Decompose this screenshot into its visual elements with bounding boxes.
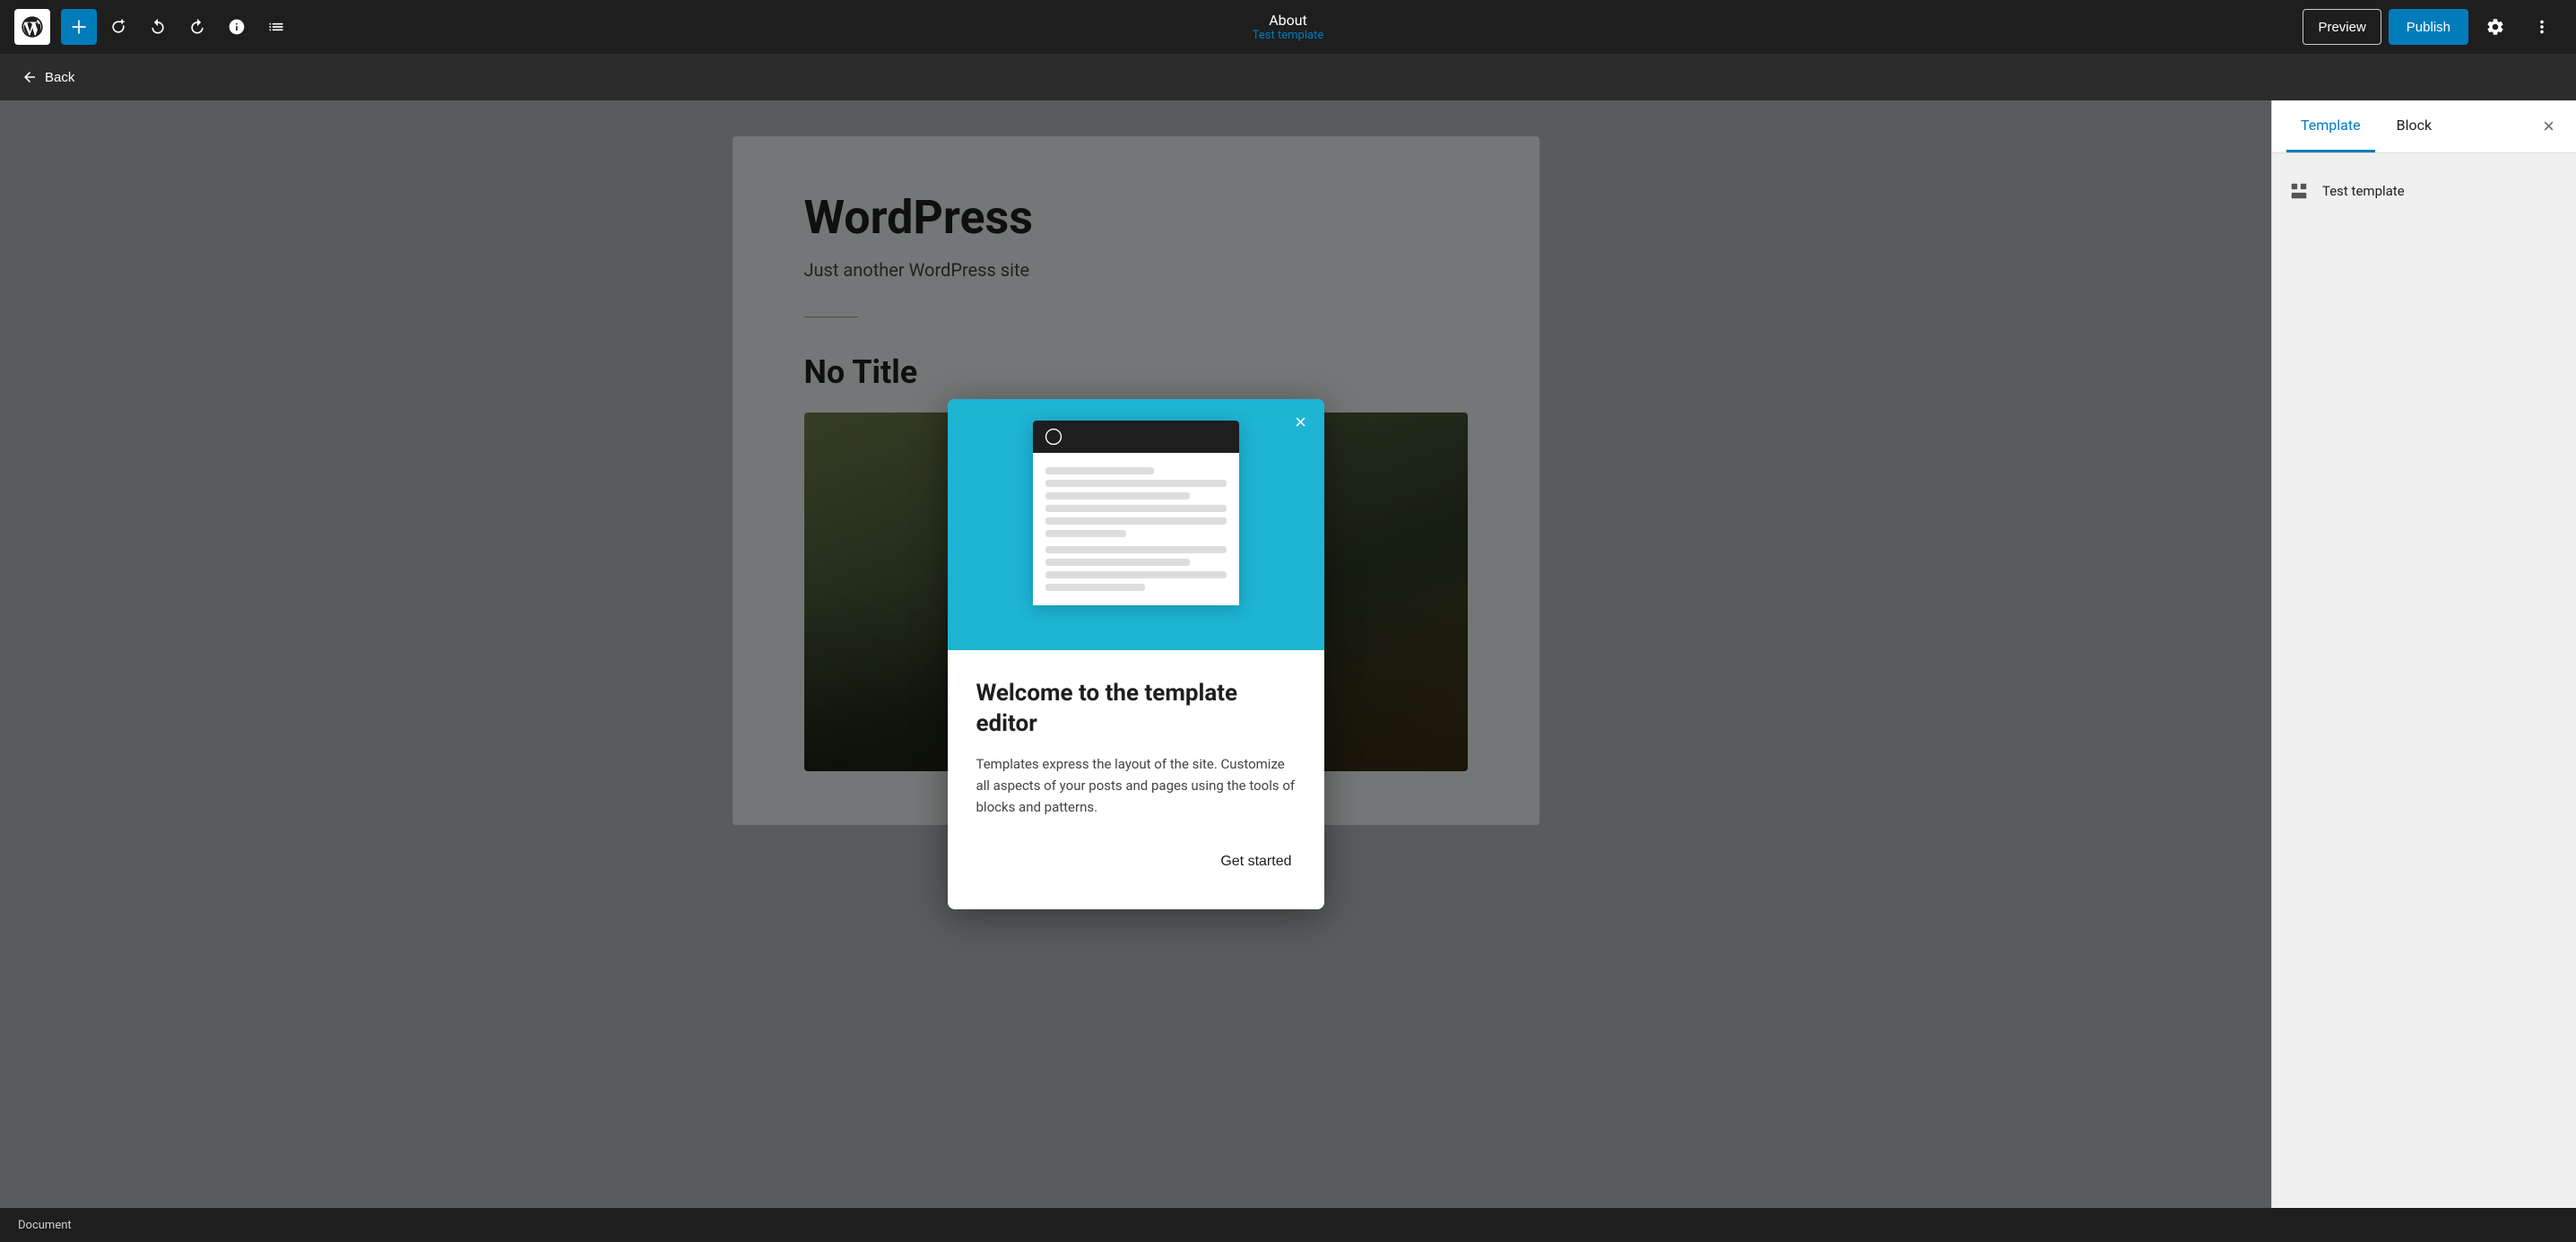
get-started-button[interactable]: Get started [1217, 847, 1295, 877]
skeleton-line [1045, 559, 1191, 566]
template-row: Test template [2286, 171, 2562, 211]
secondary-bar: Back [0, 54, 2576, 100]
modal-preview: × [948, 399, 1324, 650]
preview-button[interactable]: Preview [2303, 9, 2381, 45]
modal-preview-content [1033, 453, 1239, 605]
panel-close-button[interactable]: × [2536, 108, 2562, 145]
panel-content: Test template [2272, 153, 2576, 1208]
skeleton-line [1045, 571, 1227, 578]
toolbar-right: Preview Publish [2303, 7, 2562, 47]
page-title: About [1253, 12, 1323, 29]
skeleton-line [1045, 517, 1227, 525]
template-icon [2286, 178, 2311, 204]
modal-footer: Get started [976, 847, 1296, 884]
skeleton-line [1045, 492, 1191, 499]
status-bar: Document [0, 1208, 2576, 1242]
skeleton-line [1045, 480, 1227, 487]
modal-description: Templates express the layout of the site… [976, 753, 1296, 818]
skeleton-line [1045, 584, 1145, 591]
skeleton-line [1045, 505, 1227, 512]
more-options-button[interactable] [2522, 7, 2562, 47]
redo-button[interactable] [179, 9, 215, 45]
list-view-button[interactable] [258, 9, 294, 45]
top-toolbar: About Test template Preview Publish [0, 0, 2576, 54]
page-subtitle[interactable]: Test template [1253, 29, 1323, 42]
back-button[interactable]: Back [22, 69, 74, 85]
skeleton-line [1045, 546, 1227, 553]
info-button[interactable] [219, 9, 255, 45]
tools-button[interactable] [100, 9, 136, 45]
status-label: Document [18, 1219, 72, 1232]
modal-body: Welcome to the template editor Templates… [948, 650, 1324, 910]
tab-block[interactable]: Block [2382, 100, 2446, 152]
main-area: WordPress Just another WordPress site No… [0, 100, 2576, 1208]
close-icon: × [1295, 411, 1306, 434]
panel-tabs: Template Block × [2272, 100, 2576, 153]
modal-overlay: × Welcome to the template editor Templat… [0, 100, 2271, 1208]
right-panel: Template Block × Test template [2271, 100, 2576, 1208]
modal-preview-topbar [1033, 421, 1239, 453]
modal-close-button[interactable]: × [1287, 408, 1315, 437]
template-name: Test template [2322, 183, 2405, 199]
add-block-button[interactable] [61, 9, 97, 45]
publish-button[interactable]: Publish [2389, 9, 2468, 45]
undo-button[interactable] [140, 9, 176, 45]
modal-preview-window [1033, 421, 1239, 605]
back-label: Back [45, 70, 74, 85]
modal-title: Welcome to the template editor [976, 679, 1296, 740]
toolbar-center: About Test template [1253, 12, 1323, 42]
skeleton-line [1045, 467, 1154, 474]
wp-logo[interactable] [14, 9, 50, 45]
settings-button[interactable] [2476, 7, 2515, 47]
canvas-area: WordPress Just another WordPress site No… [0, 100, 2271, 1208]
skeleton-line [1045, 530, 1127, 537]
tab-template[interactable]: Template [2286, 100, 2375, 152]
welcome-modal: × Welcome to the template editor Templat… [948, 399, 1324, 910]
